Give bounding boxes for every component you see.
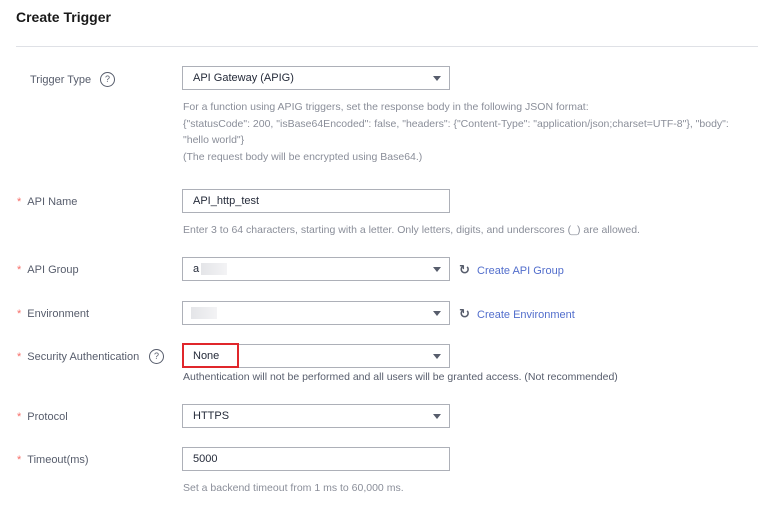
- protocol-value: HTTPS: [193, 410, 230, 422]
- required-mark: *: [17, 196, 22, 208]
- caret-down-icon: [433, 267, 441, 272]
- environment-label: * Environment: [17, 308, 90, 320]
- caret-down-icon: [433, 354, 441, 359]
- trigger-type-hint: For a function using APIG triggers, set …: [183, 99, 729, 165]
- api-name-input[interactable]: API_http_test: [182, 189, 450, 213]
- required-mark: *: [17, 264, 22, 276]
- trigger-type-hint-line: {"statusCode": 200, "isBase64Encoded": f…: [183, 117, 729, 130]
- api-name-hint: Enter 3 to 64 characters, starting with …: [183, 224, 640, 236]
- trigger-type-hint-line: "hello world"}: [183, 134, 245, 146]
- refresh-icon[interactable]: ↻: [459, 307, 471, 321]
- required-mark: *: [17, 308, 22, 320]
- trigger-type-label: Trigger Type: [30, 74, 92, 86]
- required-mark: *: [17, 411, 22, 423]
- trigger-type-hint-line: (The request body will be encrypted usin…: [183, 150, 423, 163]
- security-auth-value: None: [193, 350, 220, 362]
- trigger-type-hint-line: For a function using APIG triggers, set …: [183, 101, 589, 113]
- redacted-value: [201, 263, 227, 275]
- page-title: Create Trigger: [16, 9, 111, 25]
- trigger-type-select[interactable]: API Gateway (APIG): [182, 66, 450, 90]
- timeout-label: * Timeout(ms): [17, 454, 89, 466]
- security-auth-select[interactable]: None: [182, 344, 450, 368]
- required-mark: *: [17, 351, 22, 363]
- api-name-value: API_http_test: [193, 195, 260, 207]
- timeout-value: 5000: [193, 453, 218, 465]
- protocol-label: * Protocol: [17, 411, 68, 423]
- api-name-label: * API Name: [17, 196, 78, 208]
- security-auth-hint: Authentication will not be performed and…: [183, 371, 618, 383]
- trigger-type-help-icon[interactable]: ?: [100, 72, 115, 87]
- required-mark: *: [17, 454, 22, 466]
- redacted-value: [191, 307, 217, 319]
- refresh-icon[interactable]: ↻: [459, 263, 471, 277]
- api-group-value: a: [193, 263, 200, 275]
- environment-select[interactable]: [182, 301, 450, 325]
- caret-down-icon: [433, 414, 441, 419]
- timeout-input[interactable]: 5000: [182, 447, 450, 471]
- timeout-hint: Set a backend timeout from 1 ms to 60,00…: [183, 482, 404, 494]
- caret-down-icon: [433, 311, 441, 316]
- api-group-label: * API Group: [17, 264, 79, 276]
- create-api-group-link[interactable]: ↻ Create API Group: [459, 263, 564, 278]
- create-environment-link[interactable]: ↻ Create Environment: [459, 307, 575, 322]
- api-group-select[interactable]: a: [182, 257, 450, 281]
- title-divider: [16, 46, 758, 47]
- security-auth-label: * Security Authentication: [17, 351, 140, 363]
- trigger-type-value: API Gateway (APIG): [193, 72, 294, 84]
- protocol-select[interactable]: HTTPS: [182, 404, 450, 428]
- caret-down-icon: [433, 76, 441, 81]
- security-auth-help-icon[interactable]: ?: [149, 349, 164, 364]
